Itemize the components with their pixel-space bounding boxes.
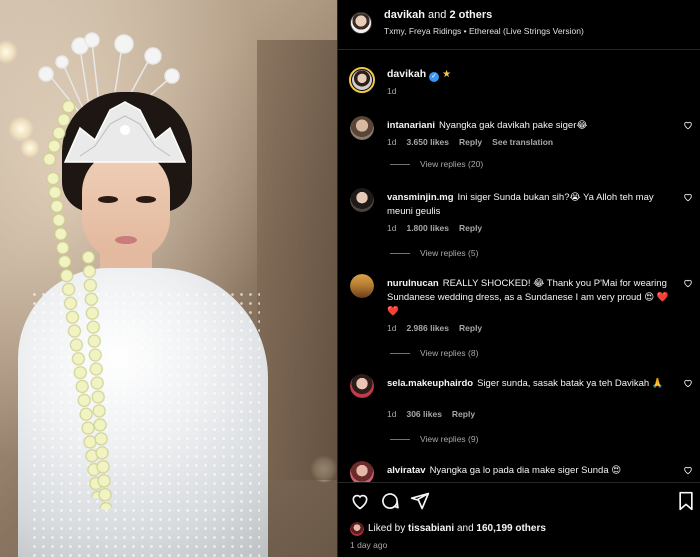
photo-lips — [115, 236, 137, 244]
comment-meta: 1d 1.800 likes Reply — [387, 223, 492, 233]
heart-outline-icon[interactable] — [683, 465, 693, 475]
comments-list[interactable]: davikah ✓ ★ 1d intanariani Nyangka gak davi… — [338, 50, 700, 482]
like-heart-icon[interactable] — [350, 491, 370, 511]
reply-button[interactable]: Reply — [459, 137, 482, 147]
heart-outline-icon[interactable] — [683, 278, 693, 288]
post-timestamp: 1 day ago — [350, 540, 388, 550]
heart-outline-icon[interactable] — [683, 120, 693, 130]
view-replies-label: View replies (20) — [420, 159, 484, 169]
save-bookmark-icon[interactable] — [676, 491, 696, 511]
audio-track-link[interactable]: Txmy, Freya Ridings • Ethereal (Live Str… — [384, 26, 584, 36]
post-header: davikah and 2 others Txmy, Freya Ridings… — [338, 0, 700, 50]
replies-divider — [390, 353, 410, 355]
caption-username[interactable]: davikah — [387, 68, 426, 80]
comment-time: 1d — [387, 409, 397, 419]
commenter-username[interactable]: vansminjin.mg — [387, 192, 454, 203]
view-replies-button[interactable]: View replies (8) — [390, 348, 478, 358]
caption-author[interactable]: davikah ✓ ★ — [387, 68, 451, 82]
reply-button[interactable]: Reply — [459, 323, 482, 333]
photo-eye — [136, 196, 156, 203]
commenter-username[interactable]: intanariani — [387, 120, 435, 131]
star-emoji: ★ — [442, 69, 452, 80]
caption-timestamp: 1d — [387, 86, 397, 96]
photo-door — [257, 40, 337, 480]
commenter-avatar[interactable] — [350, 188, 374, 212]
heart-outline-icon[interactable] — [683, 192, 693, 202]
liked-by-and: and — [456, 523, 474, 534]
comment-body: Nyangka gak davikah pake siger😂 — [439, 120, 588, 131]
coauthor-connector: and — [428, 9, 447, 21]
comment-likes[interactable]: 306 likes — [406, 409, 441, 419]
photo-eye — [98, 196, 118, 203]
likes-count[interactable]: 160,199 others — [476, 523, 546, 534]
commenter-username[interactable]: alviratav — [387, 465, 426, 476]
comment-time: 1d — [387, 137, 397, 147]
comment-meta: 1d 2.986 likes Reply — [387, 323, 492, 333]
author-avatar[interactable] — [350, 12, 372, 34]
see-translation-button[interactable]: See translation — [492, 137, 553, 147]
replies-divider — [390, 253, 410, 255]
commenter-username[interactable]: nurulnucan — [387, 278, 439, 289]
comment-meta: 1d 306 likes Reply — [387, 409, 485, 419]
view-replies-label: View replies (5) — [420, 248, 479, 258]
liker-avatar[interactable] — [350, 522, 364, 536]
heart-outline-icon[interactable] — [683, 378, 693, 388]
comment-text: intanariani Nyangka gak davikah pake sige… — [387, 119, 677, 133]
post-actions: Liked by tissabiani and 160,199 others 1… — [338, 482, 700, 557]
commenter-avatar[interactable] — [350, 461, 374, 482]
comment-text: vansminjin.mg Ini siger Sunda bukan sih?😭… — [387, 191, 677, 219]
likes-text: Liked by tissabiani and 160,199 others — [368, 523, 546, 534]
comment-likes[interactable]: 1.800 likes — [406, 223, 449, 233]
comment-text: alviratav Nyangka ga lo pada dia make sig… — [387, 464, 677, 478]
comment-body: Nyangka ga lo pada dia make siger Sunda … — [429, 465, 622, 476]
view-replies-button[interactable]: View replies (9) — [390, 434, 478, 444]
photo-lamp-light — [20, 138, 40, 158]
comment-text: sela.makeuphairdo Siger sunda, sasak bata… — [387, 377, 677, 391]
coauthors-link[interactable]: 2 others — [449, 9, 492, 21]
view-replies-button[interactable]: View replies (5) — [390, 248, 478, 258]
comment-bubble-icon[interactable] — [380, 491, 400, 511]
comment-text: nurulnucan REALLY SHOCKED! 😂 Thank you P'… — [387, 277, 677, 319]
commenter-username[interactable]: sela.makeuphairdo — [387, 378, 473, 389]
comment-meta: 1d 3.650 likes Reply See translation — [387, 137, 563, 147]
replies-divider — [390, 164, 410, 166]
view-replies-label: View replies (9) — [420, 434, 479, 444]
reply-button[interactable]: Reply — [452, 409, 475, 419]
verified-badge-icon: ✓ — [429, 72, 440, 82]
liked-by-user[interactable]: tissabiani — [408, 523, 454, 534]
commenter-avatar[interactable] — [350, 374, 374, 398]
liked-by-prefix: Liked by — [368, 523, 406, 534]
caption-author-avatar[interactable] — [349, 67, 375, 93]
siger-crown — [63, 101, 187, 163]
view-replies-button[interactable]: View replies (20) — [390, 159, 483, 169]
commenter-avatar[interactable] — [350, 116, 374, 140]
post-author-line[interactable]: davikah and 2 others — [384, 9, 492, 21]
post-author-username[interactable]: davikah — [384, 9, 425, 21]
comment-likes[interactable]: 3.650 likes — [406, 137, 449, 147]
view-replies-label: View replies (8) — [420, 348, 479, 358]
post-photo[interactable] — [0, 0, 337, 557]
comment-time: 1d — [387, 223, 397, 233]
comment-likes[interactable]: 2.986 likes — [406, 323, 449, 333]
commenter-avatar[interactable] — [350, 274, 374, 298]
reply-button[interactable]: Reply — [459, 223, 482, 233]
replies-divider — [390, 439, 410, 441]
share-send-icon[interactable] — [410, 491, 430, 511]
post-side-panel: davikah and 2 others Txmy, Freya Ridings… — [337, 0, 700, 557]
comment-body: Siger sunda, sasak batak ya teh Davikah … — [477, 378, 664, 389]
comment-time: 1d — [387, 323, 397, 333]
